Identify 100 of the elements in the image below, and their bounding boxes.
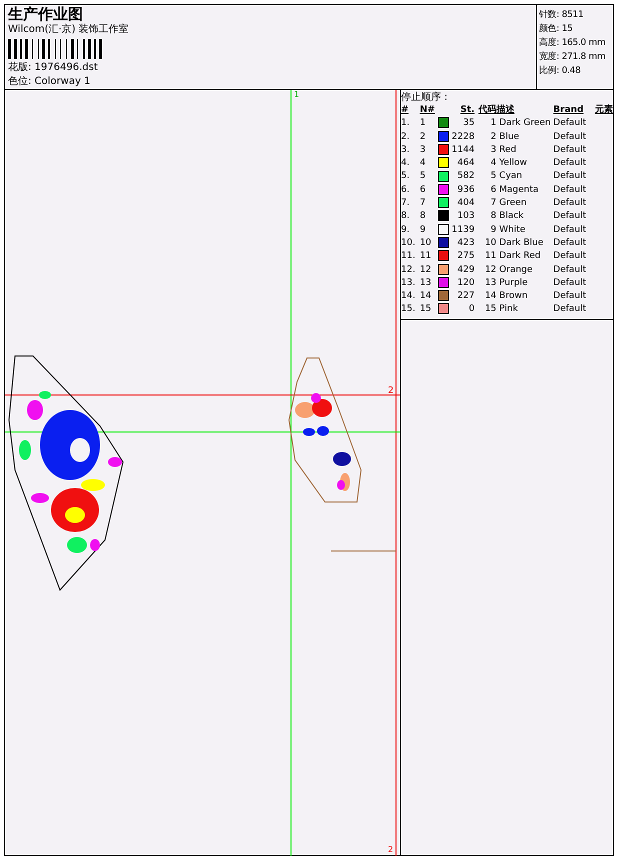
column-header: N# [420, 105, 435, 115]
sheet-title: 生产作业图 [8, 5, 84, 23]
table-cell: Dark Red [499, 251, 541, 262]
column-header: # [401, 105, 409, 115]
table-cell: 35 [463, 118, 475, 128]
table-cell: 1 [420, 118, 426, 128]
table-cell: 9 [490, 224, 496, 235]
table-cell: 8 [490, 211, 496, 222]
table-cell: 13. [401, 278, 416, 288]
table-cell: Default [553, 264, 586, 275]
table-cell: 423 [457, 238, 475, 248]
table-cell: 7 [420, 198, 426, 208]
column-header: 描述 [496, 105, 514, 115]
guide-marker: 1 [294, 90, 300, 99]
table-cell: 2 [420, 132, 426, 142]
table-cell: 11. [401, 251, 416, 262]
table-cell: Purple [499, 278, 528, 288]
table-cell: Default [553, 144, 586, 155]
table-cell: Default [553, 158, 586, 168]
table-cell: Green [499, 198, 527, 208]
table-cell: Default [553, 291, 586, 302]
table-cell: White [499, 224, 526, 235]
table-cell: 103 [457, 211, 475, 222]
table-cell: 13 [420, 278, 432, 288]
table-cell: 15 [420, 304, 432, 314]
table-cell: 936 [457, 184, 475, 195]
table-cell: Pink [499, 304, 518, 314]
column-header: 元素 [594, 105, 613, 115]
company-name: Wilcom(汇·京) 装饰工作室 [8, 23, 130, 37]
table-cell: Dark Green [499, 118, 551, 128]
table-cell: 404 [457, 198, 475, 208]
guide-marker: 2 [388, 845, 394, 854]
guide-marker: 2 [388, 386, 394, 396]
table-cell: 582 [457, 171, 475, 182]
table-cell: 1. [401, 118, 410, 128]
table-cell: 7 [490, 198, 496, 208]
table-cell: 9. [401, 224, 410, 235]
table-cell: 3 [490, 144, 496, 155]
table-cell: 9 [420, 224, 426, 235]
table-cell: 429 [457, 264, 475, 275]
table-cell: Yellow [499, 158, 527, 168]
table-cell: Default [553, 304, 586, 314]
table-cell: 0 [468, 304, 475, 314]
table-cell: Cyan [499, 171, 522, 182]
table-cell: Black [499, 211, 524, 222]
stop-sequence-title: 停止顺序 : [401, 91, 449, 104]
design-file: 花版: 1976496.dst [8, 61, 99, 75]
table-cell: 6 [420, 184, 426, 195]
colorway: 色位: Colorway 1 [8, 75, 92, 89]
table-cell: Dark Blue [499, 238, 544, 248]
table-cell: 2228 [452, 132, 475, 142]
table-cell: Default [553, 171, 586, 182]
table-cell: 464 [457, 158, 475, 168]
table-cell: 10 [484, 238, 496, 248]
design-stat: 宽度: 271.8 mm [539, 50, 606, 63]
table-cell: 2 [490, 132, 496, 142]
table-cell: Default [553, 251, 586, 262]
table-cell: 275 [457, 251, 475, 262]
table-cell: 4 [490, 158, 496, 168]
table-cell: 1139 [452, 224, 475, 235]
table-cell: 15. [401, 304, 416, 314]
table-cell: 14 [484, 291, 496, 302]
table-cell: Default [553, 198, 586, 208]
design-stat: 高度: 165.0 mm [539, 36, 606, 49]
table-cell: 3. [401, 144, 410, 155]
table-cell: 14. [401, 291, 416, 302]
table-cell: 2. [401, 132, 410, 142]
table-cell: Red [499, 144, 516, 155]
table-cell: 5 [420, 171, 426, 182]
table-cell: 10 [420, 238, 432, 248]
table-cell: 15 [484, 304, 496, 314]
design-stat: 针数: 8511 [539, 8, 584, 21]
table-cell: 7. [401, 198, 410, 208]
table-cell: 5. [401, 171, 410, 182]
table-cell: 1144 [452, 144, 475, 155]
table-cell: 8. [401, 211, 410, 222]
table-cell: Default [553, 278, 586, 288]
table-cell: 12 [484, 264, 496, 275]
table-cell: 8 [420, 211, 426, 222]
table-cell: 11 [484, 251, 496, 262]
table-cell: Default [553, 118, 586, 128]
table-cell: 10. [401, 238, 416, 248]
table-cell: 6. [401, 184, 410, 195]
table-cell: Brown [499, 291, 528, 302]
table-cell: Default [553, 238, 586, 248]
table-cell: Default [553, 211, 586, 222]
table-cell: 11 [420, 251, 432, 262]
table-cell: 13 [484, 278, 496, 288]
table-cell: 3 [420, 144, 426, 155]
table-cell: 12. [401, 264, 416, 275]
column-header: 代码 [478, 105, 496, 115]
table-cell: Default [553, 132, 586, 142]
table-cell: Default [553, 184, 586, 195]
table-cell: 4 [420, 158, 426, 168]
table-cell: Default [553, 224, 586, 235]
table-cell: 14 [420, 291, 432, 302]
table-cell: Blue [499, 132, 520, 142]
table-cell: 5 [490, 171, 496, 182]
table-cell: Magenta [499, 184, 539, 195]
design-stat: 颜色: 15 [539, 22, 574, 35]
